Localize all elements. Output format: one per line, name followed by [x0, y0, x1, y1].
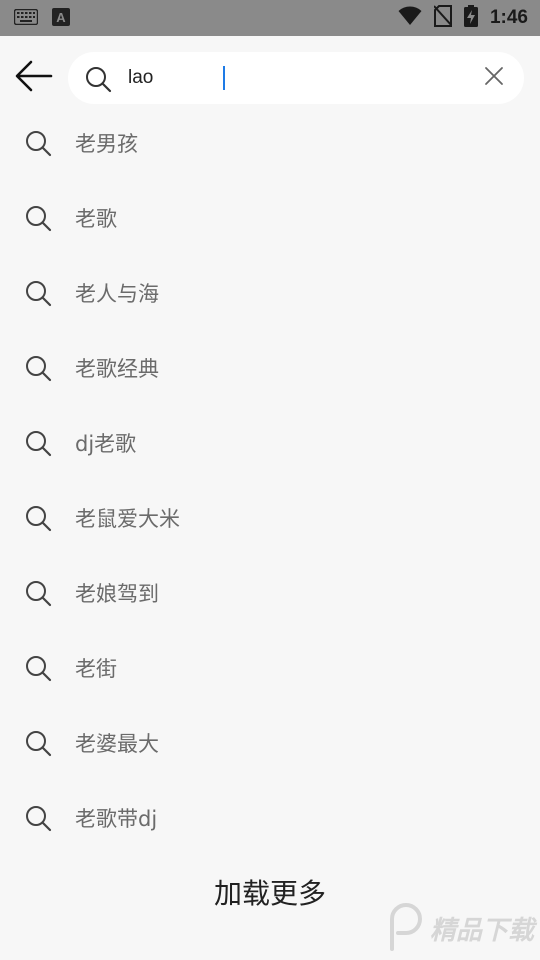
no-sim-icon: [433, 5, 453, 31]
close-icon: [484, 66, 504, 90]
search-box[interactable]: [68, 52, 524, 104]
list-item[interactable]: 老街: [0, 630, 540, 705]
list-item[interactable]: dj老歌: [0, 405, 540, 480]
search-icon: [0, 354, 75, 382]
font-a-glyph: A: [56, 10, 66, 25]
list-item[interactable]: 老人与海: [0, 255, 540, 330]
search-icon: [0, 129, 75, 157]
list-item[interactable]: 老歌经典: [0, 330, 540, 405]
suggestion-list: 老男孩 老歌 老人与海 老歌经典 dj老歌 老鼠爱大米 老娘驾到 老街 老婆最大…: [0, 105, 540, 855]
suggestion-label: 老歌经典: [75, 356, 159, 381]
search-icon: [0, 204, 75, 232]
font-a-icon: A: [52, 8, 70, 30]
search-icon: [0, 579, 75, 607]
suggestion-label: 老歌带dj: [75, 806, 158, 831]
watermark-logo-icon: [384, 901, 424, 955]
list-item[interactable]: 老歌带dj: [0, 780, 540, 855]
status-bar: A 1:46: [0, 0, 540, 36]
suggestion-label: 老歌: [75, 206, 117, 231]
suggestion-label: 老男孩: [75, 131, 138, 156]
list-item[interactable]: 老婆最大: [0, 705, 540, 780]
suggestion-label: dj老歌: [75, 431, 137, 456]
search-icon: [0, 279, 75, 307]
search-icon: [0, 804, 75, 832]
battery-charging-icon: [463, 5, 478, 31]
back-button[interactable]: [12, 58, 56, 98]
search-icon: [0, 504, 75, 532]
watermark: 精品下载: [384, 900, 534, 956]
wifi-icon: [398, 6, 422, 30]
search-icon: [0, 729, 75, 757]
suggestion-label: 老娘驾到: [75, 581, 159, 606]
status-time: 1:46: [489, 7, 528, 28]
search-icon: [0, 429, 75, 457]
arrow-left-icon: [15, 60, 53, 96]
watermark-text: 精品下载: [430, 915, 535, 946]
clear-button[interactable]: [482, 66, 506, 90]
search-input[interactable]: [128, 62, 458, 94]
list-item[interactable]: 老歌: [0, 180, 540, 255]
suggestion-label: 老街: [75, 656, 117, 681]
list-item[interactable]: 老娘驾到: [0, 555, 540, 630]
suggestion-label: 老人与海: [75, 281, 159, 306]
list-item[interactable]: 老男孩: [0, 105, 540, 180]
list-item[interactable]: 老鼠爱大米: [0, 480, 540, 555]
suggestion-label: 老婆最大: [75, 731, 159, 756]
search-icon: [84, 65, 112, 97]
keyboard-icon: [13, 8, 39, 29]
suggestion-label: 老鼠爱大米: [75, 506, 180, 531]
search-icon: [0, 654, 75, 682]
text-caret: [223, 66, 225, 90]
